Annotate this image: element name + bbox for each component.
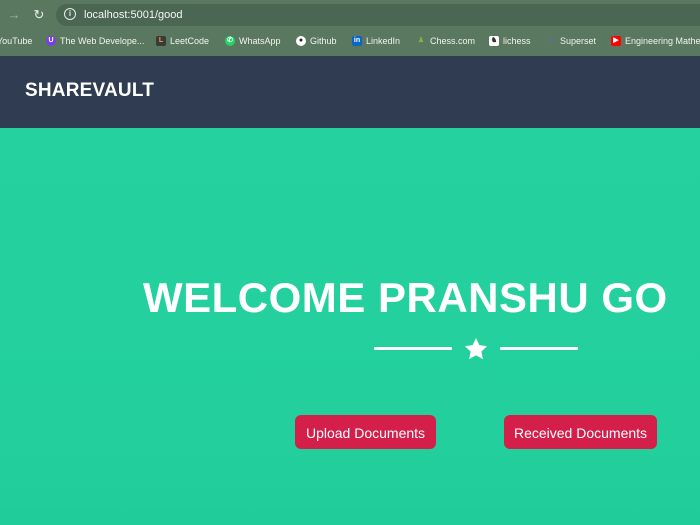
upload-documents-button[interactable]: Upload Documents bbox=[295, 415, 436, 449]
bookmark-engineering-math[interactable]: ▶ Engineering Mathe bbox=[611, 32, 700, 50]
bookmark-chess[interactable]: ♟ Chess.com bbox=[416, 32, 475, 50]
youtube-icon: ▶ bbox=[611, 36, 621, 46]
hero-section: WELCOME PRANSHU GO Upload Documents Rece… bbox=[0, 128, 700, 525]
bookmark-label: LinkedIn bbox=[366, 36, 401, 46]
app-navbar: SHAREVAULT bbox=[0, 56, 700, 128]
leetcode-icon: L bbox=[156, 36, 166, 46]
github-icon: ● bbox=[296, 36, 306, 46]
whatsapp-icon: ✆ bbox=[225, 36, 235, 46]
bookmark-lichess[interactable]: ♞ lichess bbox=[489, 32, 531, 50]
bookmark-superset[interactable]: ∞ Superset bbox=[546, 32, 597, 50]
brand-logo[interactable]: SHAREVAULT bbox=[25, 80, 154, 102]
star-icon bbox=[464, 337, 488, 360]
superset-icon: ∞ bbox=[548, 37, 554, 44]
bookmark-whatsapp[interactable]: ✆ WhatsApp bbox=[225, 32, 281, 50]
browser-toolbar: → ↻ i localhost:5001/good bbox=[0, 0, 700, 30]
divider-line-left bbox=[374, 347, 452, 350]
bookmark-label: The Web Develope... bbox=[60, 36, 145, 46]
bookmark-github[interactable]: ● Github bbox=[296, 32, 337, 50]
bookmark-label: YouTube bbox=[0, 36, 33, 46]
chess-icon: ♟ bbox=[417, 37, 425, 44]
bookmark-leetcode[interactable]: L LeetCode bbox=[156, 32, 209, 50]
reload-icon[interactable]: ↻ bbox=[31, 7, 47, 23]
back-arrow-icon[interactable]: → bbox=[6, 7, 22, 23]
browser-chrome: → ↻ i localhost:5001/good YouTube U The … bbox=[0, 0, 700, 56]
welcome-heading: WELCOME PRANSHU GO bbox=[143, 274, 668, 321]
bookmark-label: Github bbox=[310, 36, 337, 46]
site-info-icon[interactable]: i bbox=[64, 8, 76, 20]
received-documents-button[interactable]: Received Documents bbox=[504, 415, 657, 449]
divider-line-right bbox=[500, 347, 578, 350]
bookmark-linkedin[interactable]: in LinkedIn bbox=[352, 32, 400, 50]
bookmark-web-developer[interactable]: U The Web Develope... bbox=[46, 32, 144, 50]
bookmark-label: LeetCode bbox=[170, 36, 210, 46]
bookmark-label: Superset bbox=[560, 36, 597, 46]
address-bar[interactable]: i localhost:5001/good bbox=[56, 4, 700, 26]
bookmark-label: Chess.com bbox=[430, 36, 476, 46]
url-text[interactable]: localhost:5001/good bbox=[84, 7, 182, 23]
udemy-icon: U bbox=[46, 36, 56, 46]
bookmark-youtube[interactable]: YouTube bbox=[0, 32, 32, 50]
bookmark-label: lichess bbox=[503, 36, 531, 46]
bookmark-label: Engineering Mathe bbox=[625, 36, 700, 46]
bookmarks-bar: YouTube U The Web Develope... L LeetCode… bbox=[0, 32, 700, 50]
bookmark-label: WhatsApp bbox=[239, 36, 281, 46]
linkedin-icon: in bbox=[352, 36, 362, 46]
lichess-icon: ♞ bbox=[489, 36, 499, 46]
